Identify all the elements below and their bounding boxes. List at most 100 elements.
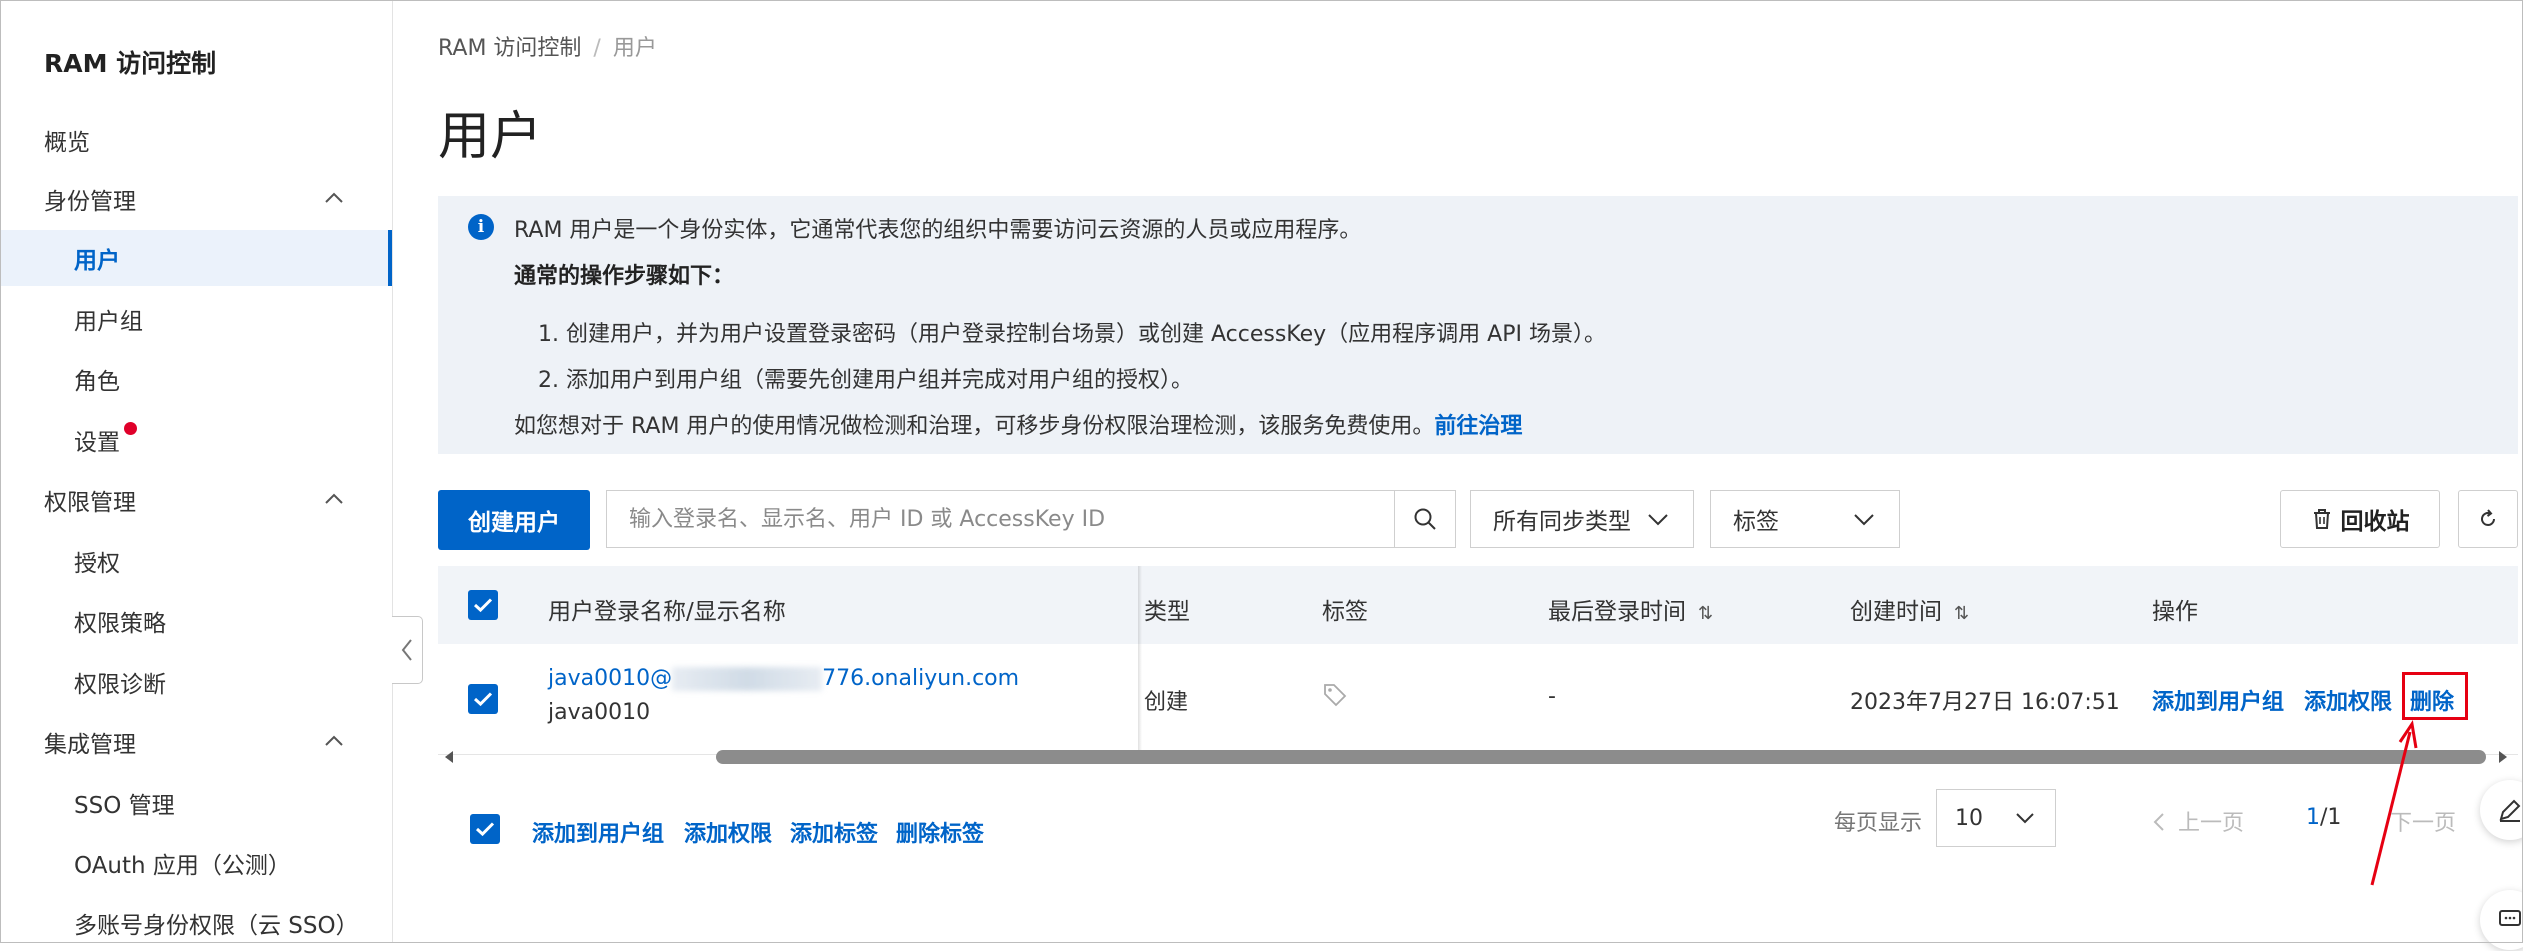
search-input[interactable] bbox=[607, 491, 1394, 547]
info-heading: 通常的操作步骤如下： bbox=[514, 264, 735, 289]
select-all-checkbox[interactable] bbox=[468, 590, 498, 620]
refresh-button[interactable] bbox=[2458, 490, 2518, 548]
batch-delete-tag-link[interactable]: 删除标签 bbox=[896, 816, 984, 848]
add-permission-link[interactable]: 添加权限 bbox=[2304, 684, 2392, 716]
sidebar-item-label: 授权 bbox=[74, 551, 120, 577]
horizontal-scrollbar[interactable] bbox=[438, 746, 2518, 768]
sidebar-item-label: 用户 bbox=[74, 248, 120, 274]
sidebar-group-integration[interactable]: 集成管理 bbox=[0, 714, 392, 770]
scrollbar-thumb[interactable] bbox=[716, 750, 2486, 764]
check-icon bbox=[475, 822, 495, 837]
notification-dot bbox=[124, 421, 137, 435]
info-text: RAM 用户是一个身份实体，它通常代表您的组织中需要访问云资源的人员或应用程序。 bbox=[514, 218, 1362, 243]
caret-left-icon[interactable] bbox=[442, 749, 456, 765]
breadcrumb: RAM 访问控制 / 用户 bbox=[438, 30, 657, 62]
chevron-down-icon bbox=[2016, 813, 2034, 824]
chevron-down-icon bbox=[1648, 514, 1668, 526]
info-step-2: 2. 添加用户到用户组（需要先创建用户组并完成对用户组的授权）。 bbox=[538, 368, 1193, 393]
batch-add-permission-link[interactable]: 添加权限 bbox=[684, 816, 772, 848]
per-page-label: 每页显示 bbox=[1834, 811, 1923, 836]
add-to-group-link[interactable]: 添加到用户组 bbox=[2152, 684, 2284, 716]
batch-add-to-group-link[interactable]: 添加到用户组 bbox=[532, 816, 664, 848]
chat-icon bbox=[2499, 910, 2521, 926]
sidebar-item-label: 权限管理 bbox=[44, 490, 136, 516]
feedback-button[interactable] bbox=[2480, 780, 2523, 840]
sidebar-item-label: 用户组 bbox=[74, 309, 143, 335]
highlight-box bbox=[2402, 672, 2468, 720]
col-header-tag: 标签 bbox=[1322, 599, 1368, 625]
tag-select[interactable]: 标签 bbox=[1710, 490, 1900, 548]
col-header-last-login[interactable]: 最后登录时间 ⇅ bbox=[1548, 592, 1713, 626]
chat-button[interactable] bbox=[2480, 890, 2523, 950]
fixed-column-divider bbox=[1138, 566, 1142, 754]
footer-select-all-checkbox[interactable] bbox=[470, 814, 500, 844]
create-user-button[interactable]: 创建用户 bbox=[438, 490, 590, 550]
sidebar-item-sso[interactable]: SSO 管理 bbox=[0, 775, 392, 831]
tag-icon[interactable] bbox=[1322, 682, 1348, 714]
col-header-ops: 操作 bbox=[2152, 599, 2198, 625]
sidebar: RAM 访问控制 概览 身份管理 用户 用户组 角色 设置 权限管理 授权 权限… bbox=[0, 0, 393, 943]
sidebar-title: RAM 访问控制 bbox=[44, 49, 217, 78]
sidebar-item-user-groups[interactable]: 用户组 bbox=[0, 291, 392, 347]
sidebar-item-overview[interactable]: 概览 bbox=[0, 112, 392, 168]
sidebar-group-permissions[interactable]: 权限管理 bbox=[0, 472, 392, 528]
chevron-left-icon bbox=[2153, 813, 2164, 831]
recycle-bin-button[interactable]: 回收站 bbox=[2280, 490, 2440, 548]
search-icon bbox=[1414, 508, 1436, 530]
col-header-name: 用户登录名称/显示名称 bbox=[548, 599, 786, 625]
sidebar-item-label: 权限诊断 bbox=[74, 672, 166, 698]
chevron-left-icon bbox=[401, 639, 412, 661]
breadcrumb-root[interactable]: RAM 访问控制 bbox=[438, 36, 581, 61]
redacted-text bbox=[672, 667, 823, 691]
tag-select-value: 标签 bbox=[1733, 509, 1779, 535]
chevron-up-icon[interactable] bbox=[321, 486, 347, 512]
sidebar-item-roles[interactable]: 角色 bbox=[0, 351, 392, 407]
sort-icon[interactable]: ⇅ bbox=[1698, 603, 1713, 624]
check-icon bbox=[473, 692, 493, 707]
sidebar-item-label: 权限策略 bbox=[74, 611, 166, 637]
table-row: java0010@ 776.onaliyun.com java0010 创建 - … bbox=[438, 644, 2518, 755]
recycle-bin-label: 回收站 bbox=[2340, 509, 2410, 535]
page-title: 用户 bbox=[438, 107, 543, 167]
search-box bbox=[606, 490, 1456, 548]
chevron-up-icon[interactable] bbox=[321, 185, 347, 211]
refresh-icon bbox=[2481, 509, 2495, 526]
prev-page-button[interactable]: 上一页 bbox=[2150, 805, 2244, 837]
sidebar-item-label: 身份管理 bbox=[44, 189, 136, 215]
sidebar-item-grants[interactable]: 授权 bbox=[0, 533, 392, 589]
next-page-button[interactable]: 下一页 bbox=[2390, 805, 2456, 837]
chevron-down-icon bbox=[1854, 514, 1874, 526]
breadcrumb-current: 用户 bbox=[612, 36, 657, 61]
info-governance-text: 如您想对于 RAM 用户的使用情况做检测和治理，可移步身份权限治理检测，该服务免… bbox=[514, 414, 1523, 439]
check-icon bbox=[473, 598, 493, 613]
sidebar-item-diagnosis[interactable]: 权限诊断 bbox=[0, 654, 392, 710]
sidebar-item-label: OAuth 应用（公测） bbox=[74, 853, 291, 879]
info-banner: i RAM 用户是一个身份实体，它通常代表您的组织中需要访问云资源的人员或应用程… bbox=[438, 196, 2518, 454]
sidebar-group-identity[interactable]: 身份管理 bbox=[0, 171, 392, 227]
trash-icon bbox=[2313, 509, 2330, 529]
search-button[interactable] bbox=[1394, 491, 1455, 547]
sync-type-select[interactable]: 所有同步类型 bbox=[1470, 490, 1694, 548]
sort-icon[interactable]: ⇅ bbox=[1954, 603, 1969, 624]
user-last-login: - bbox=[1548, 684, 1556, 709]
chevron-up-icon[interactable] bbox=[321, 728, 347, 754]
caret-right-icon[interactable] bbox=[2496, 749, 2510, 765]
row-checkbox[interactable] bbox=[468, 684, 498, 714]
governance-link[interactable]: 前往治理 bbox=[1434, 414, 1522, 439]
user-type: 创建 bbox=[1144, 690, 1189, 715]
sidebar-item-label: 多账号身份权限（云 SSO） bbox=[74, 913, 359, 939]
per-page-select[interactable]: 10 bbox=[1936, 789, 2056, 847]
sidebar-item-policies[interactable]: 权限策略 bbox=[0, 593, 392, 649]
sidebar-collapse-button[interactable] bbox=[392, 616, 423, 684]
sidebar-item-label: 设置 bbox=[74, 430, 120, 456]
user-login-name[interactable]: java0010@ 776.onaliyun.com bbox=[548, 666, 1019, 691]
sidebar-item-label: 角色 bbox=[74, 369, 120, 395]
batch-add-tag-link[interactable]: 添加标签 bbox=[790, 816, 878, 848]
sync-type-value: 所有同步类型 bbox=[1493, 509, 1631, 535]
sidebar-item-users[interactable]: 用户 bbox=[0, 230, 392, 286]
sidebar-item-oauth[interactable]: OAuth 应用（公测） bbox=[0, 835, 392, 891]
page-indicator: 1/1 bbox=[2306, 805, 2342, 830]
col-header-created[interactable]: 创建时间 ⇅ bbox=[1850, 592, 1969, 626]
sidebar-item-settings[interactable]: 设置 bbox=[0, 412, 392, 468]
info-step-1: 1. 创建用户，并为用户设置登录密码（用户登录控制台场景）或创建 AccessK… bbox=[538, 322, 1606, 347]
